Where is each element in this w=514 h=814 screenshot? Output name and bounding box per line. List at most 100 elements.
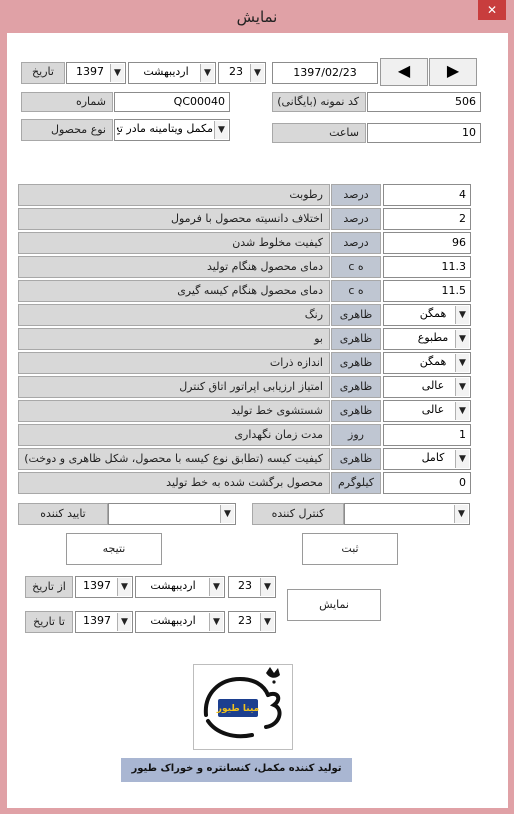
prev-record-button[interactable]: ◀ xyxy=(380,58,428,86)
chevron-down-icon: ▼ xyxy=(455,354,469,372)
param-value-dropdown[interactable]: عالی ▼ xyxy=(383,376,471,398)
chevron-down-icon: ▼ xyxy=(200,64,214,82)
chevron-down-icon: ▼ xyxy=(220,505,234,523)
param-unit: c ه xyxy=(331,280,381,302)
param-unit: کیلوگرم xyxy=(331,472,381,494)
param-label: شستشوی خط تولید xyxy=(18,400,330,422)
to-day-dropdown[interactable]: 23 ▼ xyxy=(228,611,276,633)
window-title: نمایش xyxy=(236,8,278,26)
to-year-value: 1397 xyxy=(83,614,111,627)
param-value-field[interactable]: 2 xyxy=(383,208,471,230)
param-value-field[interactable]: 1 xyxy=(383,424,471,446)
year-dropdown[interactable]: 1397 ▼ xyxy=(66,62,126,84)
year-value: 1397 xyxy=(76,65,104,78)
controller-label: کنترل کننده xyxy=(252,503,344,525)
param-unit: ظاهری xyxy=(331,328,381,350)
controller-dropdown[interactable]: ▼ xyxy=(344,503,470,525)
param-label: رطوبت xyxy=(18,184,330,206)
to-month-dropdown[interactable]: اردیبهشت ▼ xyxy=(135,611,225,633)
chevron-down-icon: ▼ xyxy=(209,578,223,596)
number-field[interactable]: QC00040 xyxy=(114,92,230,112)
param-unit: ظاهری xyxy=(331,400,381,422)
to-month-value: اردیبهشت xyxy=(150,614,196,627)
chevron-down-icon: ▼ xyxy=(455,306,469,324)
chevron-down-icon: ▼ xyxy=(117,578,131,596)
param-label: کیفیت کیسه (تطابق نوع کیسه با محصول، شکل… xyxy=(18,448,330,470)
param-unit: c ه xyxy=(331,256,381,278)
param-label: مدت زمان نگهداری xyxy=(18,424,330,446)
from-year-value: 1397 xyxy=(83,579,111,592)
hour-field[interactable]: 10 xyxy=(367,123,481,143)
param-label: بو xyxy=(18,328,330,350)
param-unit: درصد xyxy=(331,232,381,254)
to-year-dropdown[interactable]: 1397 ▼ xyxy=(75,611,133,633)
chevron-down-icon: ▼ xyxy=(455,450,469,468)
date-label: تاریخ xyxy=(21,62,65,84)
param-value-field[interactable]: 4 xyxy=(383,184,471,206)
param-value-field[interactable]: 11.3 xyxy=(383,256,471,278)
chevron-down-icon: ▼ xyxy=(250,64,264,82)
chevron-down-icon: ▼ xyxy=(260,578,274,596)
param-value-dropdown[interactable]: همگن ▼ xyxy=(383,352,471,374)
company-tagline: تولید کننده مکمل، کنسانتره و خوراک طیور xyxy=(121,758,352,782)
chevron-down-icon: ▼ xyxy=(117,613,131,631)
month-value: اردیبهشت xyxy=(143,65,189,78)
param-unit: درصد xyxy=(331,184,381,206)
chevron-down-icon: ▼ xyxy=(260,613,274,631)
param-label: اختلاف دانسیته محصول با فرمول xyxy=(18,208,330,230)
rooster-icon: مینا طیور xyxy=(203,667,282,739)
month-dropdown[interactable]: اردیبهشت ▼ xyxy=(128,62,216,84)
param-label: دمای محصول هنگام کیسه گیری xyxy=(18,280,330,302)
logo-text: مینا طیور xyxy=(216,704,259,714)
approver-dropdown[interactable]: ▼ xyxy=(108,503,236,525)
param-value-dropdown[interactable]: مطبوع ▼ xyxy=(383,328,471,350)
chevron-down-icon: ▼ xyxy=(455,330,469,348)
chevron-down-icon: ▼ xyxy=(214,121,228,139)
company-logo: مینا طیور xyxy=(193,664,293,750)
from-date-label: از تاریخ xyxy=(25,576,73,598)
param-value-dropdown[interactable]: کامل ▼ xyxy=(383,448,471,470)
param-unit: روز xyxy=(331,424,381,446)
param-label: دمای محصول هنگام تولید xyxy=(18,256,330,278)
approver-label: تایید کننده xyxy=(18,503,108,525)
chevron-down-icon: ▼ xyxy=(209,613,223,631)
param-unit: ظاهری xyxy=(331,304,381,326)
param-value-dropdown[interactable]: همگن ▼ xyxy=(383,304,471,326)
number-label: شماره xyxy=(21,92,113,112)
result-button[interactable]: نتیجه xyxy=(66,533,162,565)
from-day-value: 23 xyxy=(238,579,252,592)
chevron-down-icon: ▼ xyxy=(110,64,124,82)
param-unit: ظاهری xyxy=(331,352,381,374)
sample-code-label: کد نمونه (بایگانی) xyxy=(272,92,366,112)
show-button[interactable]: نمایش xyxy=(287,589,381,621)
date-field[interactable]: 1397/02/23 xyxy=(272,62,378,84)
from-day-dropdown[interactable]: 23 ▼ xyxy=(228,576,276,598)
chevron-down-icon: ▼ xyxy=(454,505,468,523)
next-record-button[interactable]: ▶ xyxy=(429,58,477,86)
product-type-value: مکمل ویتامینه مادر تخ xyxy=(117,122,213,135)
param-value-field[interactable]: 96 xyxy=(383,232,471,254)
day-dropdown[interactable]: 23 ▼ xyxy=(218,62,266,84)
product-type-dropdown[interactable]: مکمل ویتامینه مادر تخ ▼ xyxy=(114,119,230,141)
chevron-down-icon: ▼ xyxy=(455,378,469,396)
hour-label: ساعت xyxy=(272,123,366,143)
from-month-value: اردیبهشت xyxy=(150,579,196,592)
param-label: محصول برگشت شده به خط تولید xyxy=(18,472,330,494)
param-value-field[interactable]: 11.5 xyxy=(383,280,471,302)
param-unit: درصد xyxy=(331,208,381,230)
from-month-dropdown[interactable]: اردیبهشت ▼ xyxy=(135,576,225,598)
to-date-label: تا تاریخ xyxy=(25,611,73,633)
sample-code-field[interactable]: 506 xyxy=(367,92,481,112)
close-button[interactable]: ✕ xyxy=(478,0,506,20)
register-button[interactable]: ثبت xyxy=(302,533,398,565)
param-label: کیفیت مخلوط شدن xyxy=(18,232,330,254)
param-unit: ظاهری xyxy=(331,448,381,470)
to-day-value: 23 xyxy=(238,614,252,627)
chevron-down-icon: ▼ xyxy=(455,402,469,420)
param-label: رنگ xyxy=(18,304,330,326)
from-year-dropdown[interactable]: 1397 ▼ xyxy=(75,576,133,598)
param-value-field[interactable]: 0 xyxy=(383,472,471,494)
param-label: امتیاز ارزیابی اپراتور اتاق کنترل xyxy=(18,376,330,398)
param-value-dropdown[interactable]: عالی ▼ xyxy=(383,400,471,422)
param-label: اندازه ذرات xyxy=(18,352,330,374)
